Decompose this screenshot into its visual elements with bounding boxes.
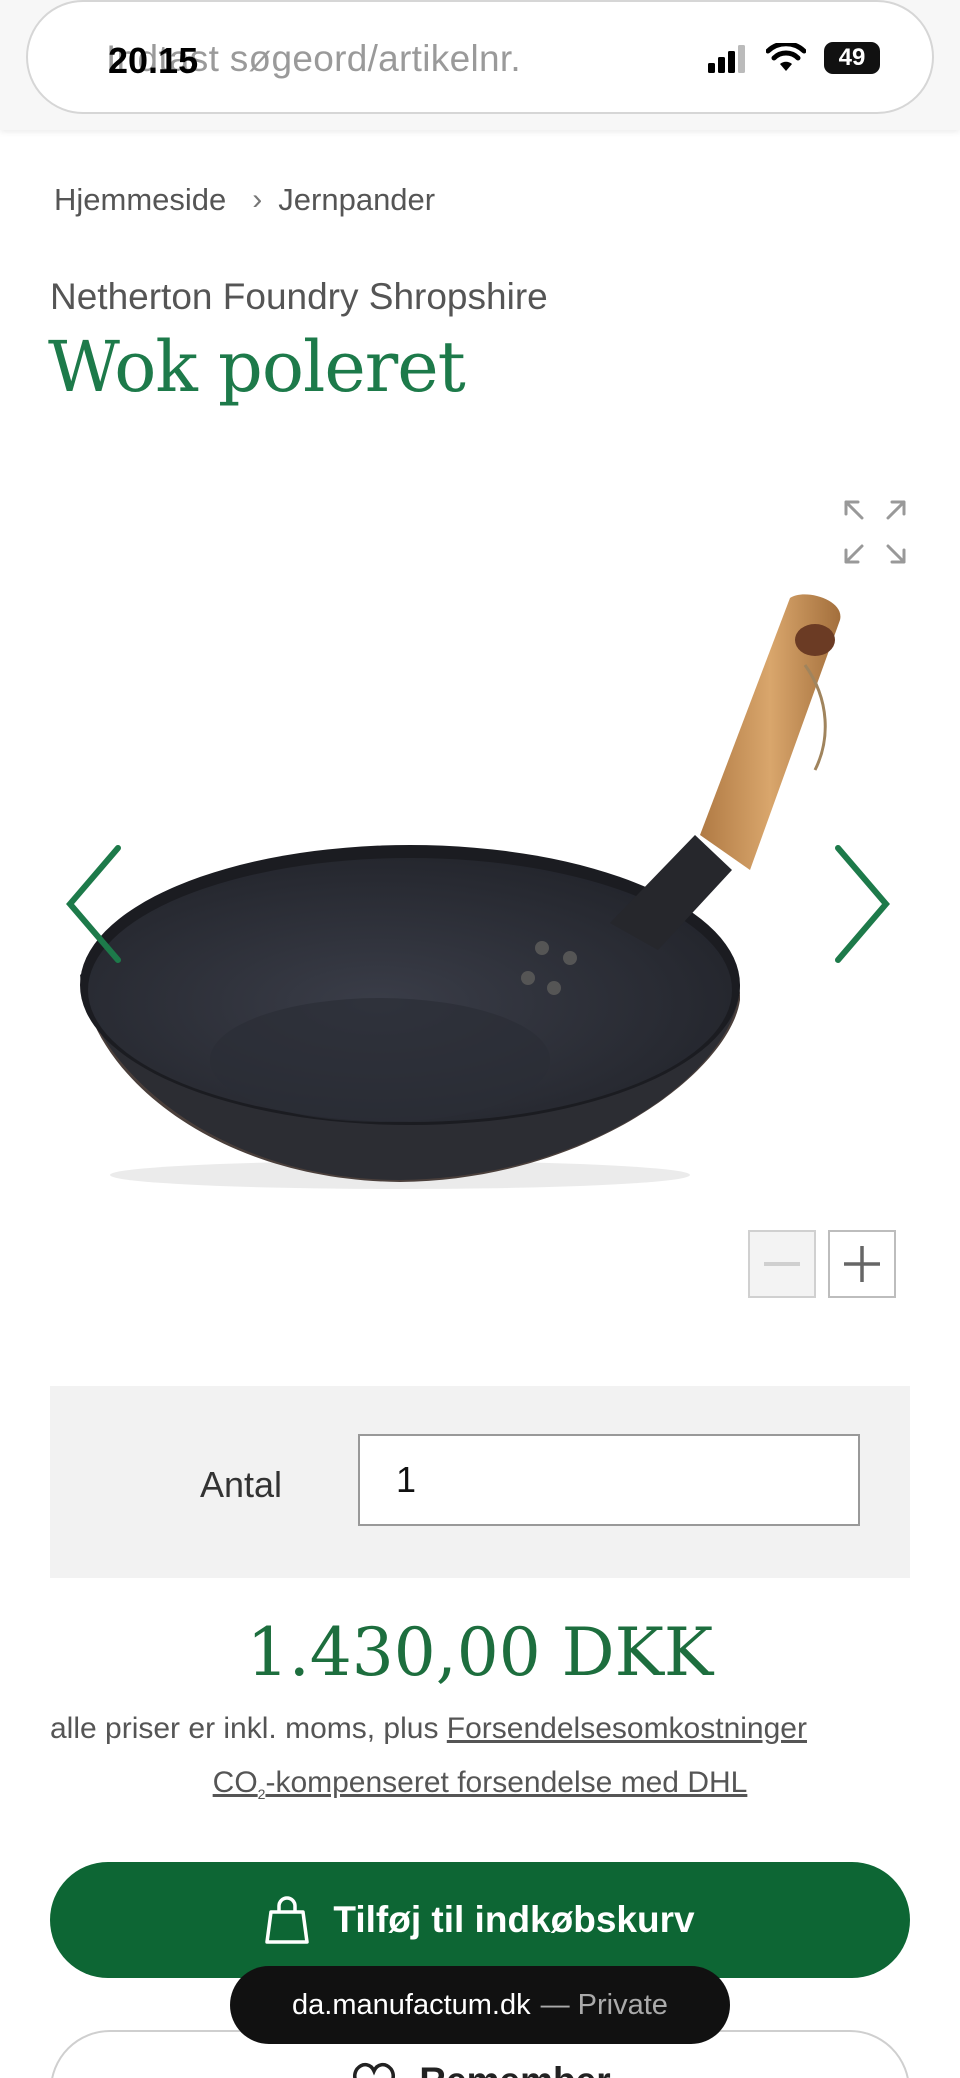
signal-icon	[708, 45, 745, 73]
quantity-box: Antal	[50, 1386, 910, 1578]
minus-icon	[764, 1262, 800, 1266]
remember-label: Remember	[419, 2060, 610, 2078]
status-time: 20.15	[108, 40, 199, 81]
battery-icon: 49	[824, 42, 880, 74]
product-title: Wok poleret	[48, 326, 466, 408]
product-page: Indtast søgeord/artikelnr. 20.15 49 Hjem	[0, 0, 960, 2078]
price-note: alle priser er inkl. moms, plus Forsende…	[50, 1712, 910, 1746]
browser-mode: — Private	[540, 1988, 668, 2021]
co2-text: CO2-kompenseret forsendelse med DHL	[212, 1766, 748, 1802]
price-note-text: alle priser er inkl. moms, plus	[50, 1712, 439, 1745]
co2-rest: -kompenseret forsendelse med DHL	[265, 1766, 748, 1799]
status-icons: 49	[708, 42, 880, 74]
breadcrumb: Hjemmeside › Jernpander	[54, 182, 435, 218]
chevron-right-icon: ›	[252, 183, 263, 216]
previous-image-arrow-icon[interactable]	[60, 842, 130, 966]
breadcrumb-home[interactable]: Hjemmeside	[54, 182, 226, 218]
browser-url-pill[interactable]: da.manufactum.dk — Private	[230, 1966, 730, 2044]
browser-domain: da.manufactum.dk	[292, 1988, 531, 2021]
shopping-bag-icon	[265, 1896, 310, 1944]
zoom-out-button[interactable]	[748, 1230, 816, 1298]
product-image-wok[interactable]	[70, 590, 860, 1190]
co2-shipping-link[interactable]: CO2-kompenseret forsendelse med DHL	[0, 1766, 960, 1802]
co2-prefix: CO	[212, 1766, 258, 1799]
fullscreen-icon[interactable]	[842, 498, 908, 566]
next-image-arrow-icon[interactable]	[826, 842, 896, 966]
shipping-costs-link[interactable]: Forsendelsesomkostninger	[447, 1712, 807, 1745]
zoom-in-button[interactable]	[828, 1230, 896, 1298]
wifi-icon	[766, 43, 806, 71]
site-header: Indtast søgeord/artikelnr. 20.15 49	[0, 0, 960, 130]
breadcrumb-category[interactable]: Jernpander	[278, 182, 435, 218]
product-brand[interactable]: Netherton Foundry Shropshire	[50, 276, 548, 318]
plus-icon	[844, 1246, 880, 1282]
price: 1.430,00 DKK	[246, 1614, 714, 1691]
quantity-input[interactable]	[358, 1434, 860, 1526]
heart-icon	[353, 2062, 396, 2078]
add-to-cart-label: Tilføj til indkøbskurv	[333, 1899, 695, 1940]
search-field[interactable]: Indtast søgeord/artikelnr. 20.15 49	[26, 0, 934, 114]
add-to-cart-button[interactable]: Tilføj til indkøbskurv	[50, 1862, 910, 1978]
quantity-label: Antal	[200, 1464, 283, 1505]
